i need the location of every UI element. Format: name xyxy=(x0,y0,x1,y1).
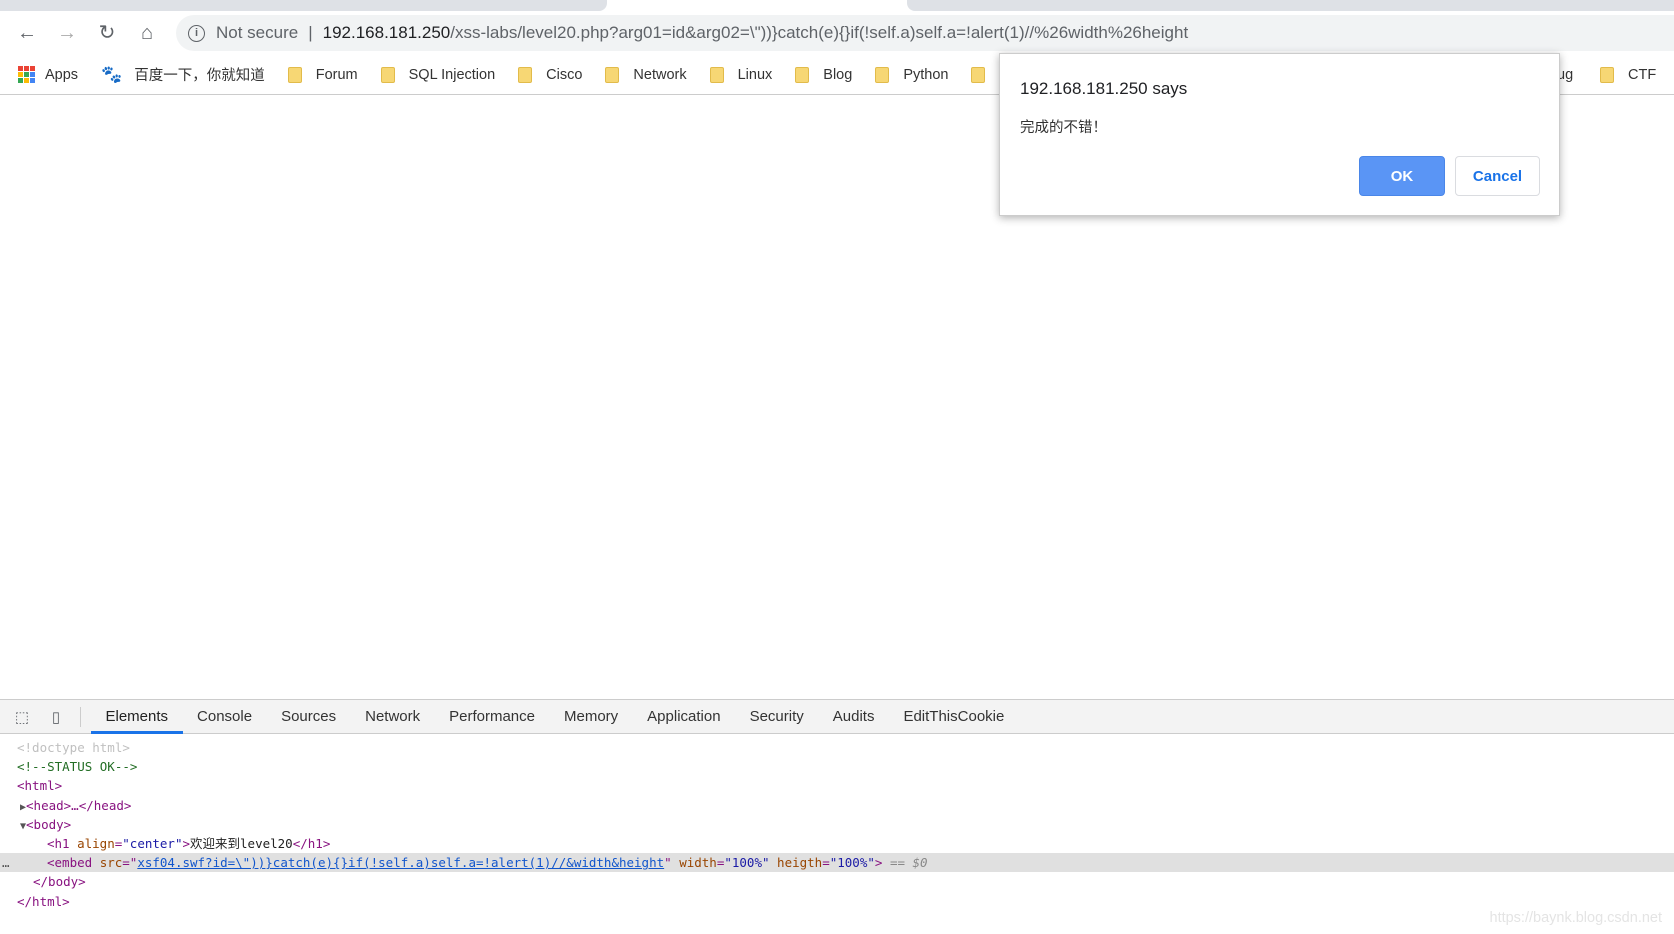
cancel-button[interactable]: Cancel xyxy=(1455,156,1540,196)
tag-text: <html> xyxy=(17,778,63,794)
tab-editthiscookie[interactable]: EditThisCookie xyxy=(889,700,1019,734)
attr-name: heigth xyxy=(777,855,823,871)
security-status: Not secure xyxy=(216,23,299,42)
bookmark-label: Linux xyxy=(737,66,773,83)
tag-text: </html> xyxy=(17,893,70,909)
bookmark-linux[interactable]: Linux xyxy=(709,66,773,83)
forward-icon[interactable]: → xyxy=(55,21,79,45)
bookmark-network[interactable]: Network xyxy=(605,66,687,83)
attr-value: "100%" xyxy=(829,855,875,871)
folder-icon xyxy=(971,66,986,83)
dom-node-doctype[interactable]: <!doctype html> xyxy=(0,738,1674,757)
bookmark-forum[interactable]: Forum xyxy=(287,66,358,83)
bookmark-cisco[interactable]: Cisco xyxy=(518,66,583,83)
bookmark-ctf[interactable]: CTF xyxy=(1600,55,1656,95)
home-icon[interactable]: ⌂ xyxy=(135,21,159,45)
browser-toolbar: ← → ↻ ⌂ i Not secure | 192.168.181.250/x… xyxy=(0,11,1674,55)
folder-icon xyxy=(287,66,302,83)
folder-icon xyxy=(875,66,890,83)
url-host: 192.168.181.250 xyxy=(322,23,451,42)
tab-memory[interactable]: Memory xyxy=(550,700,633,734)
tag-text: <embed xyxy=(47,855,100,871)
watermark: https://baynk.blog.csdn.net xyxy=(1489,910,1663,926)
bookmark-hidden[interactable] xyxy=(971,66,999,83)
bookmark-label: SQL Injection xyxy=(408,66,496,83)
selected-marker: == $0 xyxy=(889,855,928,871)
folder-icon xyxy=(380,66,395,83)
tab-strip xyxy=(0,0,1674,11)
tag-text: <head>…</head> xyxy=(26,797,132,813)
browser-tab[interactable] xyxy=(907,0,1674,11)
folder-icon xyxy=(1600,67,1614,83)
tab-application[interactable]: Application xyxy=(633,700,735,734)
attr-value: "center" xyxy=(122,835,183,851)
dom-node-body[interactable]: ▼<body> xyxy=(0,815,1674,834)
dialog-message: 完成的不错！ xyxy=(1020,120,1107,136)
bookmark-label: Apps xyxy=(45,66,79,83)
bookmark-blog[interactable]: Blog xyxy=(795,66,853,83)
tag-text: <body> xyxy=(26,816,72,832)
dom-node-embed[interactable]: … <embed src="xsf04.swf?id=\"))}catch(e){… xyxy=(0,853,1674,873)
tab-network[interactable]: Network xyxy=(351,700,435,734)
reload-icon[interactable]: ↻ xyxy=(95,21,119,45)
divider xyxy=(80,706,81,727)
src-link[interactable]: xsf04.swf?id=\"))}catch(e){}if(!self.a)s… xyxy=(137,855,664,870)
devtools-panel: ⬚ ▯ Elements Console Sources Network Per… xyxy=(0,699,1674,934)
doctype-text: <!doctype html> xyxy=(17,740,130,755)
dialog-title: 192.168.181.250 says xyxy=(1020,79,1188,98)
tag-text: </h1> xyxy=(292,835,331,851)
inspect-element-icon[interactable]: ⬚ xyxy=(12,707,32,727)
apps-grid-icon xyxy=(18,66,35,83)
text-node: 欢迎来到level20 xyxy=(190,835,293,851)
tab-sources[interactable]: Sources xyxy=(267,700,351,734)
back-icon[interactable]: ← xyxy=(15,21,39,45)
bookmark-label: Python xyxy=(903,66,949,83)
bookmark-apps[interactable]: Apps xyxy=(18,66,78,83)
more-icon[interactable]: … xyxy=(2,853,10,872)
bookmark-label: Cisco xyxy=(546,66,583,83)
browser-tab[interactable] xyxy=(0,0,607,11)
attr-name: src xyxy=(99,855,123,871)
url-path: /xss-labs/level20.php?arg01=id&arg02=\")… xyxy=(450,23,1189,42)
baidu-paw-icon: 🐾 xyxy=(101,64,123,84)
tag-text: <h1 xyxy=(47,835,78,851)
comment-text: <!--STATUS OK--> xyxy=(17,759,138,775)
tab-audits[interactable]: Audits xyxy=(818,700,889,734)
divider: | xyxy=(308,23,313,42)
bookmark-label: Forum xyxy=(315,66,358,83)
attr-name: width xyxy=(679,855,717,871)
bookmark-python[interactable]: Python xyxy=(875,66,949,83)
dom-node-html[interactable]: <html> xyxy=(0,776,1674,795)
folder-icon xyxy=(605,66,620,83)
bookmark-label: Network xyxy=(633,66,687,83)
folder-icon xyxy=(709,66,724,83)
folder-icon xyxy=(795,66,810,83)
folder-icon xyxy=(518,66,533,83)
alert-dialog: 192.168.181.250 says 完成的不错！ OK Cancel xyxy=(999,53,1560,216)
tab-security[interactable]: Security xyxy=(735,700,818,734)
bookmark-label: CTF xyxy=(1628,67,1657,83)
ok-button[interactable]: OK xyxy=(1359,156,1445,196)
tag-text: </body> xyxy=(33,874,86,890)
bookmark-label: Blog xyxy=(823,66,853,83)
dom-node-comment[interactable]: <!--STATUS OK--> xyxy=(0,757,1674,776)
bookmark-sql-injection[interactable]: SQL Injection xyxy=(380,66,496,83)
bookmark-baidu[interactable]: 🐾 百度一下，你就知道 xyxy=(101,64,265,85)
tab-elements[interactable]: Elements xyxy=(91,700,183,734)
devtools-tabbar: ⬚ ▯ Elements Console Sources Network Per… xyxy=(0,700,1674,734)
dom-node-h1[interactable]: <h1 align="center">欢迎来到level20</h1> xyxy=(0,834,1674,853)
attr-name: align xyxy=(77,835,115,851)
dom-node-html-close[interactable]: </html> xyxy=(0,892,1674,911)
address-bar[interactable]: i Not secure | 192.168.181.250/xss-labs/… xyxy=(176,15,1674,51)
dom-tree: <!doctype html> <!--STATUS OK--> <html> … xyxy=(0,734,1674,911)
info-icon[interactable]: i xyxy=(188,24,205,42)
tab-console[interactable]: Console xyxy=(183,700,267,734)
attr-value: "100%" xyxy=(724,855,770,871)
device-toolbar-icon[interactable]: ▯ xyxy=(46,707,66,727)
dom-node-head[interactable]: ▶<head>…</head> xyxy=(0,796,1674,815)
dom-node-body-close[interactable]: </body> xyxy=(0,872,1674,891)
bookmark-label: 百度一下，你就知道 xyxy=(134,68,265,84)
tab-performance[interactable]: Performance xyxy=(435,700,550,734)
